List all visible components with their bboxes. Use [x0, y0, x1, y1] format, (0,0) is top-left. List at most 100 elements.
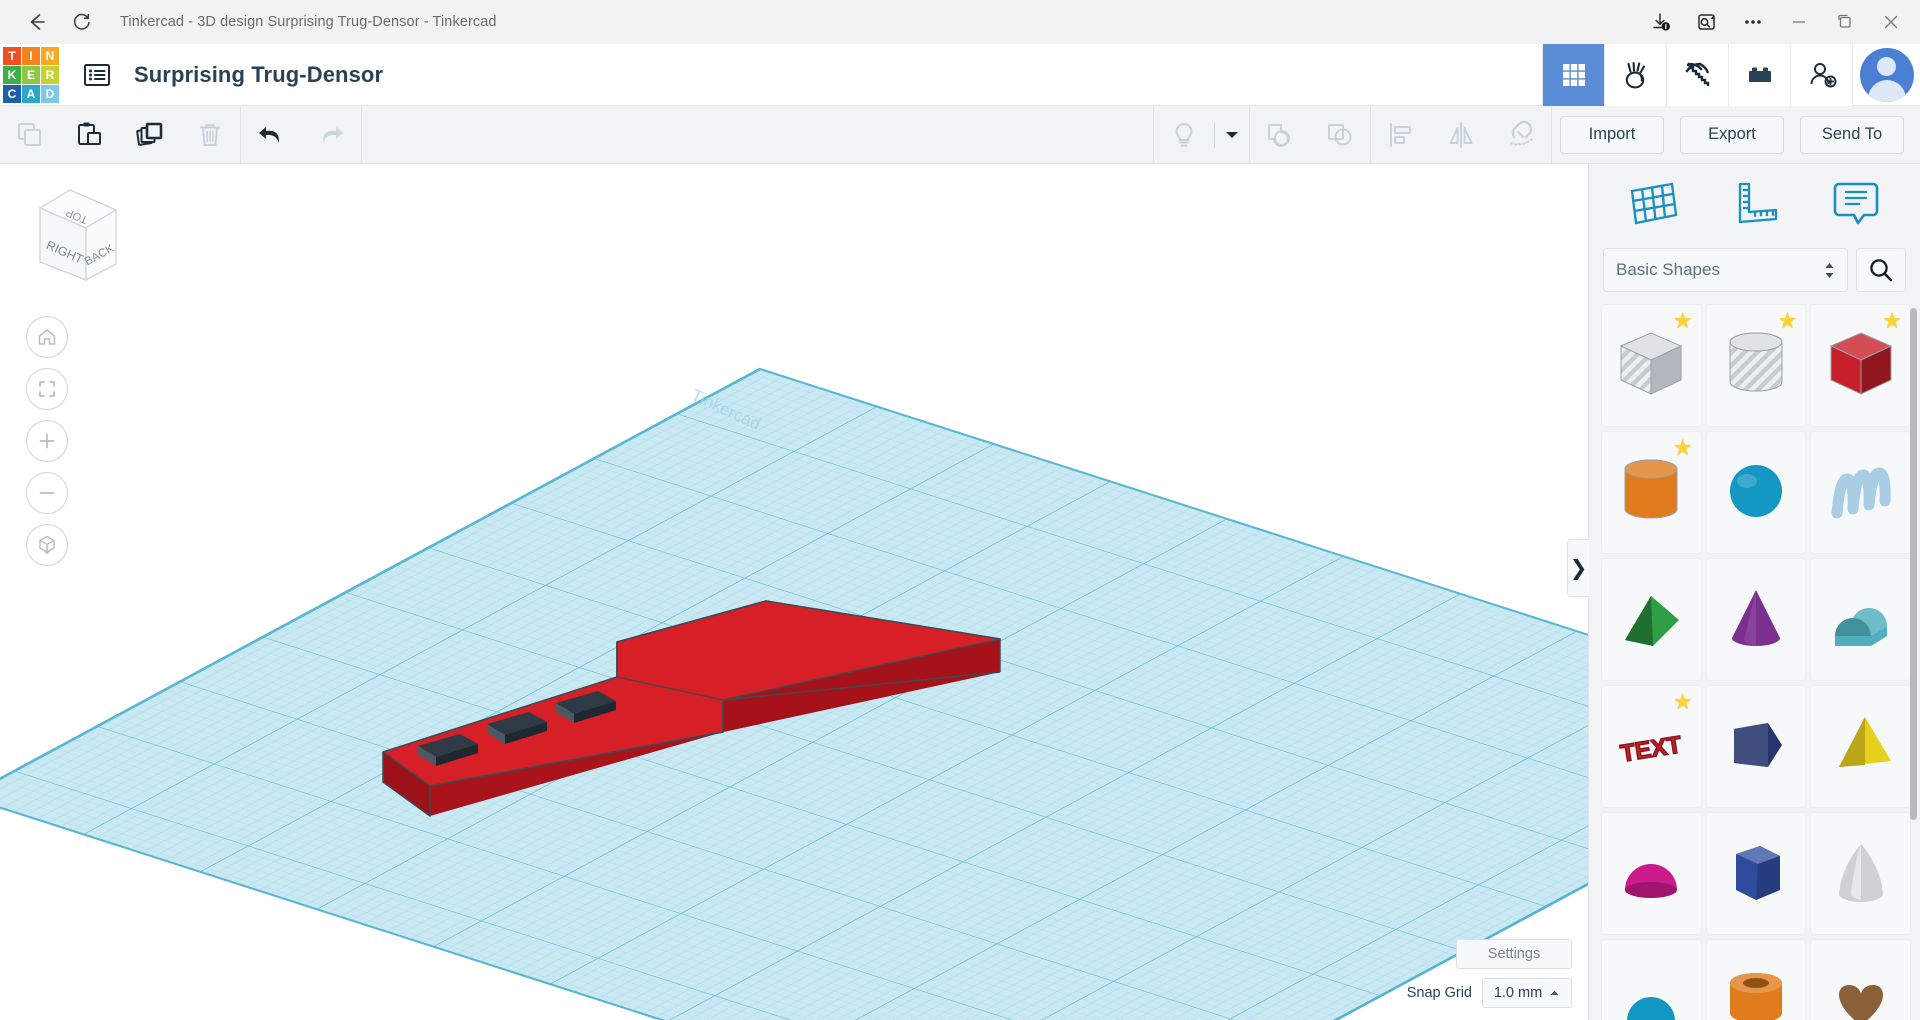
logo-tile-a: A — [22, 84, 40, 103]
redo-button[interactable] — [301, 106, 361, 164]
shape-item-pyramid[interactable] — [1810, 685, 1911, 808]
ruler-tab[interactable] — [1720, 173, 1790, 233]
downloads-icon[interactable] — [1638, 2, 1684, 42]
minimize-icon[interactable] — [1776, 0, 1822, 44]
avatar-image — [1859, 47, 1914, 102]
shape-item-polygon-prism[interactable] — [1705, 685, 1807, 808]
shape-search-row: Basic Shapes — [1589, 242, 1920, 298]
mirror-flip-icon[interactable] — [1431, 106, 1491, 164]
box-hole-thumbnail — [1620, 331, 1683, 395]
wedge-thumbnail — [1625, 595, 1680, 646]
workplane-tab[interactable] — [1619, 173, 1689, 233]
hint-group — [1154, 106, 1249, 164]
zoom-out-button[interactable] — [26, 472, 68, 514]
settings-button[interactable]: Settings — [1456, 939, 1572, 969]
logo-tile-d: D — [41, 84, 59, 103]
workplane-svg: Tinkercad — [0, 367, 1588, 1020]
magnet-icon[interactable] — [1491, 106, 1551, 164]
shape-item-cone[interactable] — [1705, 558, 1807, 681]
heart-thumbnail — [1838, 984, 1883, 1020]
perspective-toggle-button[interactable] — [26, 524, 68, 566]
spinner-arrows-icon — [1824, 262, 1835, 279]
favorite-star-icon[interactable]: ★ — [1778, 310, 1798, 332]
more-ellipsis-icon[interactable] — [1730, 2, 1776, 42]
edit-button-group — [0, 106, 240, 164]
design-canvas[interactable]: Tinkercad TOP RIGHT BACK Settings Snap G… — [0, 164, 1588, 1020]
home-view-button[interactable] — [26, 316, 68, 358]
search-page-icon[interactable] — [1684, 2, 1730, 42]
shape-item-cylinder-hole[interactable]: ★ — [1705, 304, 1807, 427]
chevron-right-icon[interactable]: ❯ — [1567, 539, 1589, 597]
minecraft-pickaxe-icon[interactable] — [1666, 43, 1728, 106]
cylinder-hole-thumbnail — [1729, 332, 1783, 391]
fit-frame-icon[interactable] — [26, 368, 68, 410]
shape-item-tube[interactable] — [1705, 939, 1807, 1020]
tinkercad-header: TIN KER CAD Surprising Trug-Densor — [0, 43, 1920, 106]
snap-grid-label: Snap Grid — [1406, 985, 1472, 1001]
back-arrow-icon[interactable] — [16, 6, 56, 38]
duplicate-button[interactable] — [120, 106, 180, 164]
view-cube[interactable]: TOP RIGHT BACK — [12, 176, 142, 296]
reload-icon[interactable] — [62, 6, 102, 38]
half-cylinder-thumbnail — [1834, 607, 1887, 646]
logo-tile-i: I — [22, 46, 40, 65]
export-button[interactable]: Export — [1680, 115, 1784, 154]
logo-tile-c: C — [3, 84, 21, 103]
favorite-star-icon[interactable]: ★ — [1882, 310, 1902, 332]
zoom-in-button[interactable] — [26, 420, 68, 462]
add-person-icon[interactable] — [1790, 43, 1852, 106]
svg-text:TEXT: TEXT — [1619, 731, 1684, 767]
text-thumbnail: TEXT — [1618, 730, 1685, 768]
shape-item-box[interactable]: ★ — [1810, 304, 1911, 427]
shape-item-text[interactable]: TEXT ★ — [1601, 685, 1702, 808]
close-icon[interactable] — [1868, 0, 1914, 44]
search-icon[interactable] — [1856, 248, 1906, 292]
shape-item-scribble[interactable] — [1810, 431, 1911, 554]
lego-brick-icon[interactable] — [1728, 43, 1790, 106]
shapes-grid[interactable]: ★ ★ ★ ★ TEXT ★ — [1589, 304, 1920, 1020]
lightbulb-icon[interactable] — [1154, 106, 1214, 164]
shape-item-hemisphere[interactable] — [1601, 812, 1702, 935]
shape-item-box-hole[interactable]: ★ — [1601, 304, 1702, 427]
paste-button[interactable] — [60, 106, 120, 164]
copy-button[interactable] — [0, 106, 60, 164]
avatar[interactable] — [1852, 43, 1920, 106]
shape-item-round-roof[interactable] — [1601, 939, 1702, 1020]
panel-tabs — [1589, 164, 1920, 242]
group-ungroup-group — [1250, 106, 1370, 164]
panel-scrollbar[interactable] — [1910, 308, 1917, 820]
shape-item-sphere[interactable] — [1705, 431, 1807, 554]
snap-grid-row: Snap Grid 1.0 mm — [1407, 978, 1572, 1008]
notes-tab[interactable] — [1821, 173, 1891, 233]
browser-controls-group — [1638, 0, 1920, 44]
ungroup-shapes-icon[interactable] — [1310, 106, 1370, 164]
shape-item-heart[interactable] — [1810, 939, 1911, 1020]
sendto-button[interactable]: Send To — [1800, 115, 1904, 154]
snap-grid-select[interactable]: 1.0 mm — [1482, 978, 1572, 1008]
import-button[interactable]: Import — [1560, 115, 1664, 154]
shape-item-wedge[interactable] — [1601, 558, 1702, 681]
group-shapes-icon[interactable] — [1250, 106, 1310, 164]
shape-item-hex-prism[interactable] — [1705, 812, 1807, 935]
shape-item-cylinder[interactable]: ★ — [1601, 431, 1702, 554]
align-icon[interactable] — [1371, 106, 1431, 164]
logo-tile-e: E — [22, 65, 40, 84]
favorite-star-icon[interactable]: ★ — [1673, 691, 1693, 713]
grid-apps-icon[interactable] — [1542, 43, 1604, 106]
undo-button[interactable] — [241, 106, 301, 164]
circuits-icon[interactable] — [1604, 43, 1666, 106]
document-list-icon[interactable] — [80, 58, 114, 92]
favorite-star-icon[interactable]: ★ — [1673, 310, 1693, 332]
box-thumbnail — [1829, 331, 1892, 395]
trash-icon[interactable] — [180, 106, 240, 164]
tinkercad-logo[interactable]: TIN KER CAD — [0, 44, 59, 106]
chevron-up-icon — [1550, 990, 1559, 995]
hex-prism-thumbnail — [1735, 845, 1780, 900]
shapes-panel: ❯ Basic Shapes ★ ★ ★ ★ TEXT ★ — [1567, 164, 1920, 1020]
chevron-down-icon[interactable] — [1215, 106, 1249, 164]
favorite-star-icon[interactable]: ★ — [1673, 437, 1693, 459]
shape-item-paraboloid[interactable] — [1810, 812, 1911, 935]
shape-item-half-cylinder[interactable] — [1810, 558, 1911, 681]
shape-category-select[interactable]: Basic Shapes — [1603, 248, 1848, 292]
maximize-icon[interactable] — [1822, 0, 1868, 44]
